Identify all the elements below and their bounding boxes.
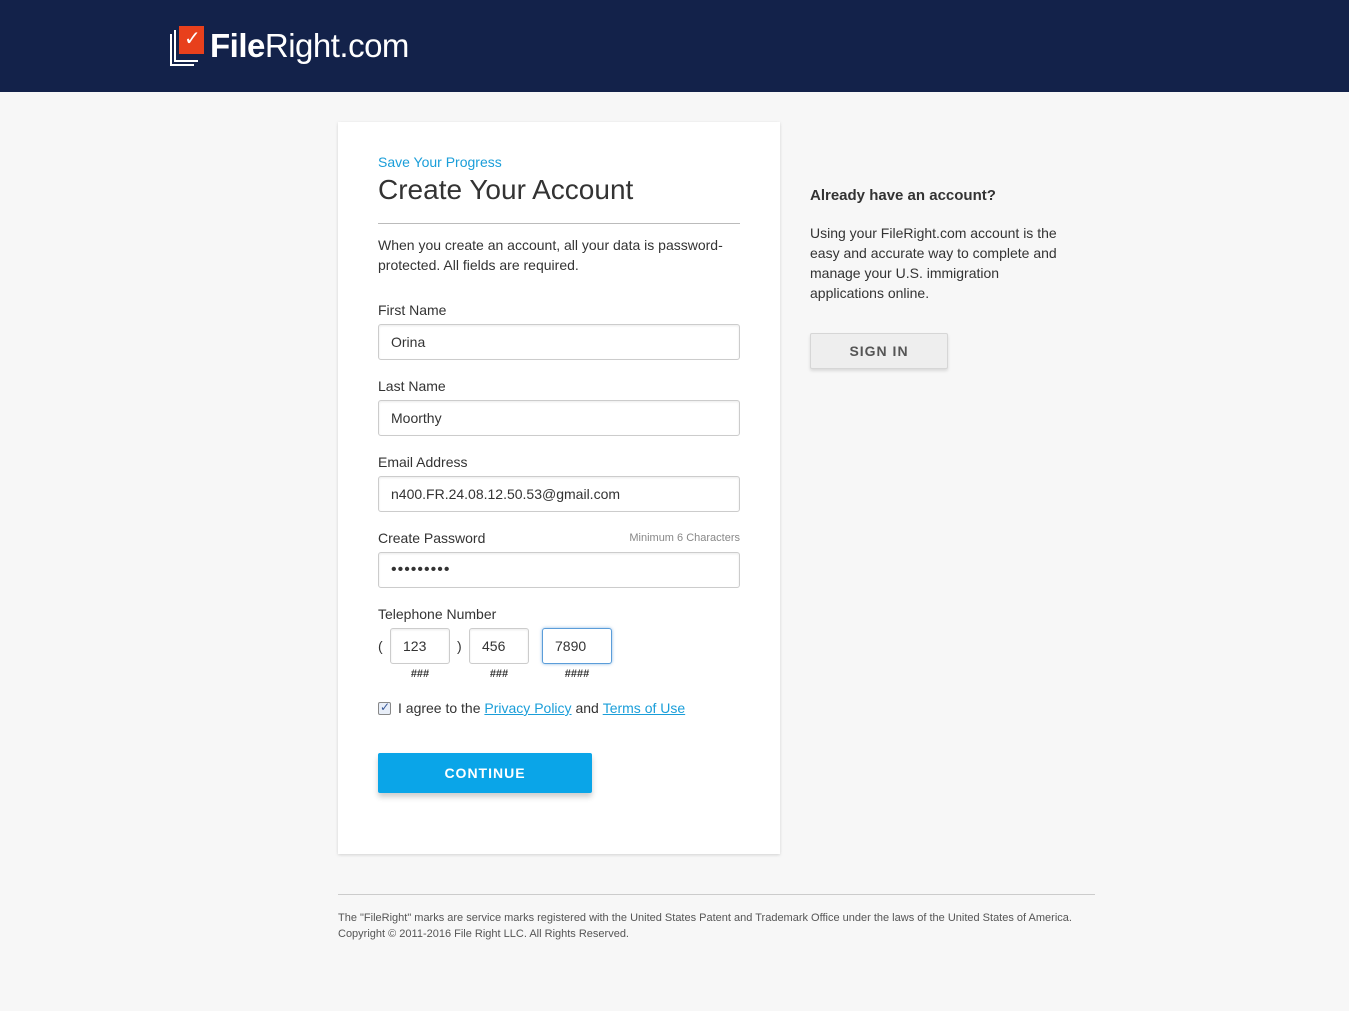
agree-prefix-text: I agree to the xyxy=(398,700,481,716)
phone-prefix-field[interactable]: 456 xyxy=(469,628,529,664)
intro-text: When you create an account, all your dat… xyxy=(378,237,723,273)
last-name-label: Last Name xyxy=(378,378,446,394)
password-hint: Minimum 6 Characters xyxy=(629,532,740,544)
sign-in-button[interactable]: SIGN IN xyxy=(810,333,948,369)
continue-button[interactable]: CONTINUE xyxy=(378,753,592,793)
agree-terms-row: I agree to the Privacy Policy and Terms … xyxy=(378,700,685,716)
logo-checkbox-icon: ✓ xyxy=(170,24,206,68)
phone-close-paren: ) xyxy=(457,638,462,654)
footer: The "FileRight" marks are service marks … xyxy=(338,910,1095,942)
first-name-label: First Name xyxy=(378,302,447,318)
phone-area-hint: ### xyxy=(410,668,430,680)
phone-line-hint: #### xyxy=(564,668,590,680)
title-divider xyxy=(378,223,740,224)
privacy-policy-link[interactable]: Privacy Policy xyxy=(484,700,571,716)
save-progress-label: Save Your Progress xyxy=(378,154,502,170)
site-header: ✓ FileRight.com xyxy=(0,0,1349,92)
phone-label: Telephone Number xyxy=(378,606,497,622)
already-have-account-heading: Already have an account? xyxy=(810,187,996,204)
footer-copyright-text: Copyright © 2011-2016 File Right LLC. Al… xyxy=(338,928,629,940)
logo-wordmark: FileRight.com xyxy=(210,27,409,64)
phone-line-field[interactable]: 7890 xyxy=(542,628,612,664)
email-field[interactable]: n400.FR.24.08.12.50.53@gmail.com xyxy=(378,476,740,512)
password-field[interactable]: ••••••••• xyxy=(378,552,740,588)
footer-trademark-text: The "FileRight" marks are service marks … xyxy=(338,912,1072,924)
agree-and-text: and xyxy=(575,700,599,716)
email-label: Email Address xyxy=(378,454,468,470)
agree-checkbox[interactable] xyxy=(378,700,391,715)
fileright-logo[interactable]: ✓ FileRight.com xyxy=(170,24,409,68)
last-name-field[interactable]: Moorthy xyxy=(378,400,740,436)
terms-of-use-link[interactable]: Terms of Use xyxy=(603,700,685,716)
create-account-card: Save Your Progress Create Your Account W… xyxy=(338,122,780,854)
first-name-field[interactable]: Orina xyxy=(378,324,740,360)
page-title: Create Your Account xyxy=(378,174,634,205)
account-benefits-text: Using your FileRight.com account is the … xyxy=(810,225,1057,301)
phone-open-paren: ( xyxy=(378,638,383,654)
footer-divider xyxy=(338,894,1095,895)
phone-area-code-field[interactable]: 123 xyxy=(390,628,450,664)
password-label: Create Password xyxy=(378,530,486,546)
phone-prefix-hint: ### xyxy=(489,668,509,680)
